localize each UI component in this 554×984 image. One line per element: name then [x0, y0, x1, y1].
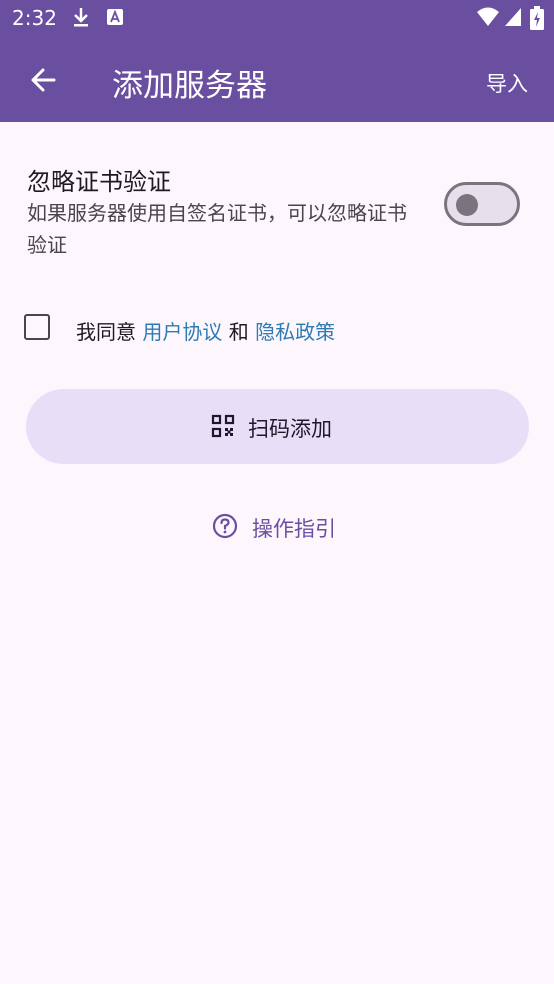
agree-checkbox[interactable]	[24, 314, 50, 340]
download-icon	[74, 8, 88, 27]
status-time: 2:32	[12, 6, 57, 30]
agree-prefix: 我同意	[76, 320, 136, 344]
qr-code-icon	[211, 414, 235, 438]
ignore-cert-title: 忽略证书验证	[27, 168, 171, 196]
agree-and: 和	[228, 320, 249, 344]
notification-app-icon	[107, 9, 123, 25]
guide-label: 操作指引	[252, 517, 336, 541]
status-bar: 2:32	[0, 0, 554, 36]
agreement-text: 我同意 用户协议 和 隐私政策	[76, 316, 335, 345]
battery-icon	[530, 6, 544, 30]
scan-add-button[interactable]: 扫码添加	[26, 389, 529, 464]
import-button[interactable]: 导入	[486, 68, 528, 98]
back-arrow-icon[interactable]	[22, 58, 66, 102]
switch-thumb	[456, 194, 478, 216]
signal-icon	[505, 8, 521, 26]
ignore-cert-switch[interactable]	[444, 182, 520, 226]
ignore-cert-description: 如果服务器使用自签名证书，可以忽略证书验证	[27, 201, 407, 257]
scan-add-label: 扫码添加	[248, 417, 332, 441]
privacy-policy-link[interactable]: 隐私政策	[255, 320, 335, 344]
app-bar: 添加服务器 导入	[0, 36, 554, 122]
help-circle-icon	[212, 513, 238, 539]
user-agreement-link[interactable]: 用户协议	[142, 320, 222, 344]
page-title: 添加服务器	[112, 68, 267, 104]
wifi-icon	[477, 7, 499, 26]
